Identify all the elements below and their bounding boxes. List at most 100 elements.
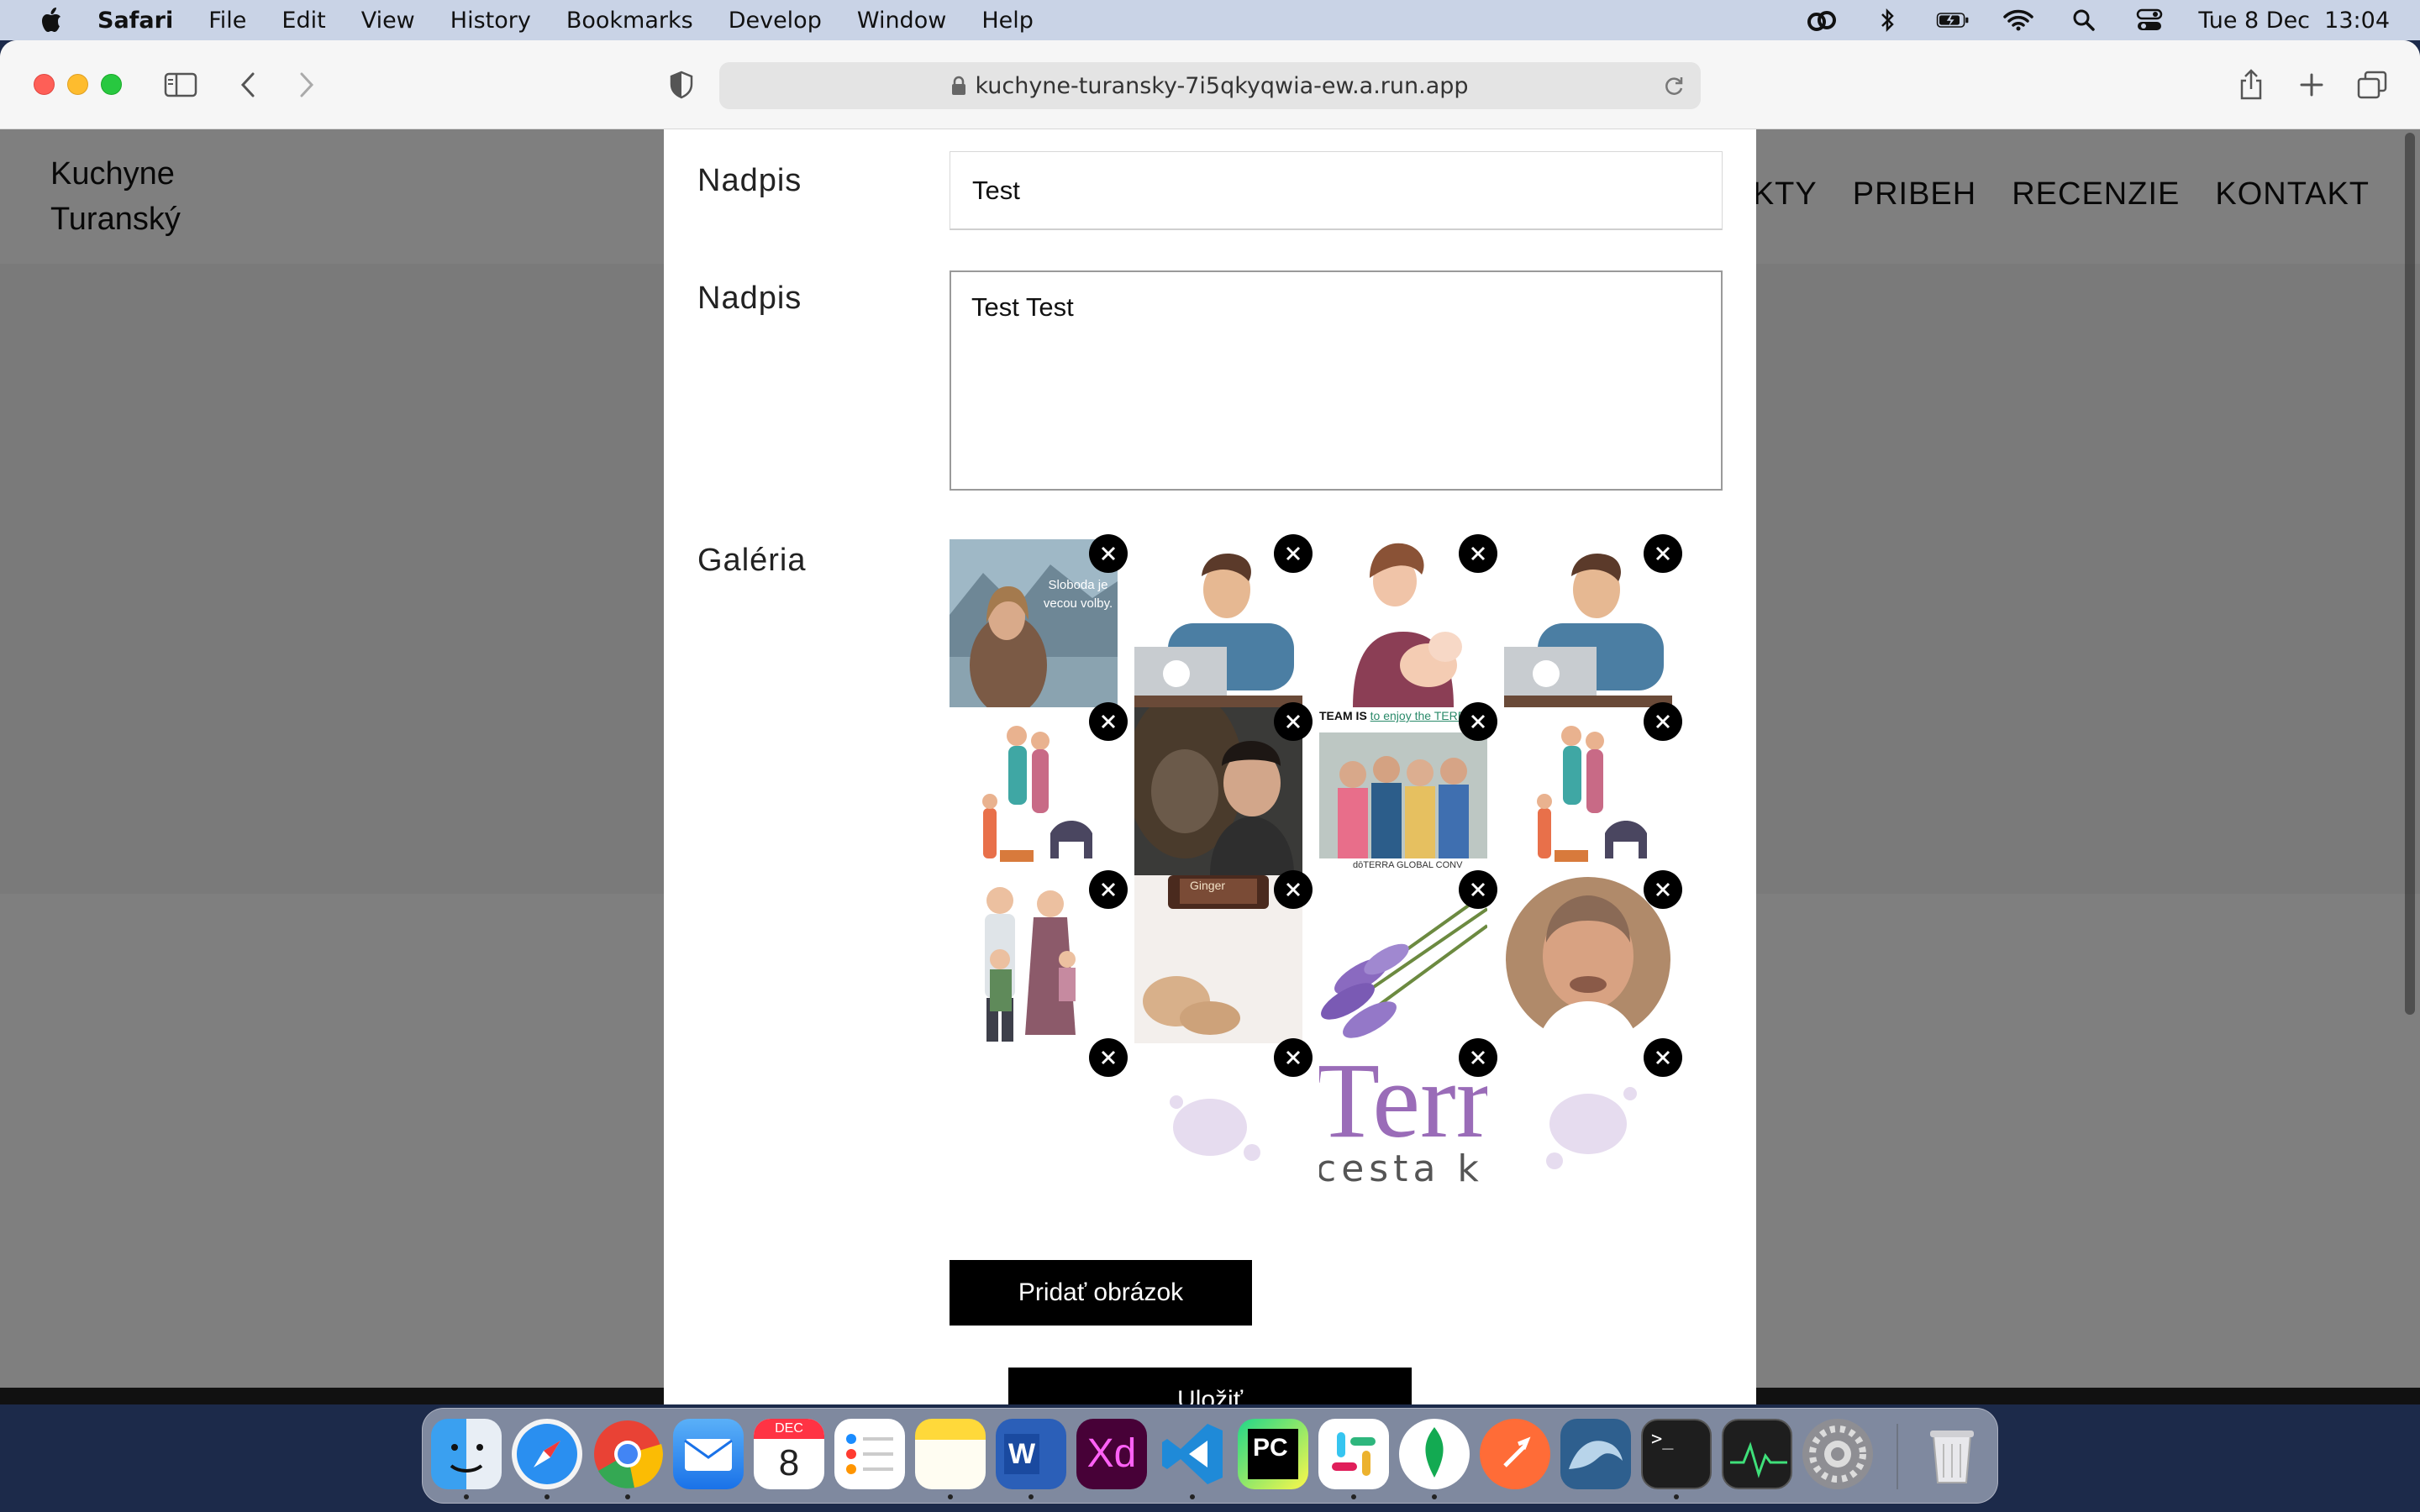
- running-indicator: [948, 1494, 953, 1499]
- remove-image-button[interactable]: [1089, 1038, 1128, 1077]
- dock-mysql-workbench-icon[interactable]: [1560, 1419, 1631, 1489]
- edit-modal: Nadpis Nadpis Test Test Galéria: [664, 129, 1756, 1404]
- bluetooth-icon[interactable]: [1870, 8, 1904, 33]
- word-letter: W: [1004, 1434, 1039, 1474]
- dock-chrome-icon[interactable]: [592, 1419, 663, 1489]
- remove-image-button[interactable]: [1274, 702, 1313, 741]
- running-indicator: [1351, 1494, 1356, 1499]
- close-icon: [1470, 1050, 1486, 1065]
- close-window-button[interactable]: [34, 74, 55, 95]
- address-bar[interactable]: kuchyne-turansky-7i5qkyqwia-ew.a.run.app: [719, 62, 1701, 109]
- menubar-clock[interactable]: Tue 8 Dec 13:04: [2198, 8, 2390, 34]
- page-scrollbar[interactable]: [2405, 133, 2415, 1015]
- remove-image-button[interactable]: [1089, 870, 1128, 909]
- menu-file[interactable]: File: [208, 8, 246, 34]
- dock-vscode-icon[interactable]: [1157, 1419, 1228, 1489]
- dock-adobe-xd-icon[interactable]: Xd: [1076, 1419, 1147, 1489]
- dock-slack-icon[interactable]: [1318, 1419, 1389, 1489]
- minimize-window-button[interactable]: [67, 74, 88, 95]
- remove-image-button[interactable]: [1459, 1038, 1497, 1077]
- dock-separator: [1897, 1424, 1898, 1489]
- spotlight-icon[interactable]: [2067, 8, 2101, 33]
- running-indicator: [1028, 1494, 1034, 1499]
- remove-image-button[interactable]: [1089, 702, 1128, 741]
- dock-postman-icon[interactable]: [1480, 1419, 1550, 1489]
- menu-edit[interactable]: Edit: [281, 8, 325, 34]
- close-icon: [1101, 546, 1116, 561]
- battery-icon[interactable]: [1936, 8, 1970, 33]
- menu-history[interactable]: History: [450, 8, 531, 34]
- dock-trash-icon[interactable]: [1917, 1419, 1987, 1489]
- running-indicator: [1190, 1494, 1195, 1499]
- add-image-button[interactable]: Pridať obrázok: [950, 1260, 1252, 1326]
- close-icon: [1655, 882, 1670, 897]
- terra-logo-subtext: cesta k: [1319, 1147, 1484, 1190]
- dock-activity-monitor-icon[interactable]: [1722, 1419, 1792, 1489]
- remove-image-button[interactable]: [1644, 702, 1682, 741]
- close-icon: [1470, 882, 1486, 897]
- dock-reminders-icon[interactable]: [834, 1419, 905, 1489]
- close-icon: [1286, 1050, 1301, 1065]
- dock-safari-icon[interactable]: [512, 1419, 582, 1489]
- dock-word-icon[interactable]: W: [996, 1419, 1066, 1489]
- privacy-shield-icon[interactable]: [660, 66, 702, 104]
- apple-logo-icon[interactable]: [34, 5, 67, 35]
- safari-toolbar: kuchyne-turansky-7i5qkyqwia-ew.a.run.app: [0, 40, 2420, 129]
- close-icon: [1655, 1050, 1670, 1065]
- safari-window: kuchyne-turansky-7i5qkyqwia-ew.a.run.app…: [0, 40, 2420, 1404]
- save-button[interactable]: Uložiť: [1008, 1368, 1412, 1404]
- dock-mongodb-icon[interactable]: [1399, 1419, 1470, 1489]
- dock-terminal-icon[interactable]: >_: [1641, 1419, 1712, 1489]
- terminal-prompt: >_: [1651, 1429, 1674, 1450]
- forward-chevron-icon[interactable]: [286, 66, 328, 104]
- close-icon: [1101, 1050, 1116, 1065]
- remove-image-button[interactable]: [1644, 870, 1682, 909]
- dock-pycharm-icon[interactable]: PC: [1238, 1419, 1308, 1489]
- dock-calendar-icon[interactable]: DEC 8: [754, 1419, 824, 1489]
- back-chevron-icon[interactable]: [227, 66, 269, 104]
- remove-image-button[interactable]: [1459, 534, 1497, 573]
- menu-develop[interactable]: Develop: [729, 8, 822, 34]
- share-icon[interactable]: [2230, 66, 2272, 104]
- menu-app-safari[interactable]: Safari: [97, 8, 173, 34]
- menu-window[interactable]: Window: [857, 8, 946, 34]
- menu-bar: Safari File Edit View History Bookmarks …: [0, 0, 2420, 40]
- running-indicator: [1674, 1494, 1679, 1499]
- remove-image-button[interactable]: [1644, 534, 1682, 573]
- dock-system-preferences-icon[interactable]: [1802, 1419, 1873, 1489]
- wifi-icon[interactable]: [2002, 8, 2035, 33]
- running-indicator: [464, 1494, 469, 1499]
- text-field-label: Nadpis: [697, 281, 802, 316]
- reload-icon[interactable]: [1662, 74, 1686, 103]
- text-textarea[interactable]: Test Test: [950, 270, 1723, 491]
- pycharm-label: PC: [1248, 1429, 1298, 1479]
- running-indicator: [1432, 1494, 1437, 1499]
- menu-bookmarks[interactable]: Bookmarks: [566, 8, 693, 34]
- remove-image-button[interactable]: [1089, 534, 1128, 573]
- zoom-window-button[interactable]: [101, 74, 122, 95]
- dock-mail-icon[interactable]: [673, 1419, 744, 1489]
- close-icon: [1286, 546, 1301, 561]
- dock-finder-icon[interactable]: [431, 1419, 502, 1489]
- remove-image-button[interactable]: [1274, 1038, 1313, 1077]
- gallery-label: Galéria: [697, 543, 807, 578]
- running-indicator: [544, 1494, 550, 1499]
- creative-cloud-icon[interactable]: [1805, 8, 1839, 33]
- menu-view[interactable]: View: [361, 8, 415, 34]
- sidebar-toggle-icon[interactable]: [160, 66, 202, 104]
- close-icon: [1286, 714, 1301, 729]
- menu-help[interactable]: Help: [981, 8, 1034, 34]
- title-field-label: Nadpis: [697, 163, 802, 198]
- remove-image-button[interactable]: [1644, 1038, 1682, 1077]
- control-center-icon[interactable]: [2133, 8, 2166, 33]
- tile-footer-text: dōTERRA GLOBAL CONV: [1353, 860, 1463, 870]
- dock-notes-icon[interactable]: [915, 1419, 986, 1489]
- remove-image-button[interactable]: [1274, 870, 1313, 909]
- title-input[interactable]: [950, 151, 1723, 230]
- tab-overview-icon[interactable]: [2351, 66, 2393, 104]
- new-tab-plus-icon[interactable]: [2291, 66, 2333, 104]
- xd-label: Xd: [1086, 1431, 1137, 1476]
- remove-image-button[interactable]: [1274, 534, 1313, 573]
- remove-image-button[interactable]: [1459, 702, 1497, 741]
- remove-image-button[interactable]: [1459, 870, 1497, 909]
